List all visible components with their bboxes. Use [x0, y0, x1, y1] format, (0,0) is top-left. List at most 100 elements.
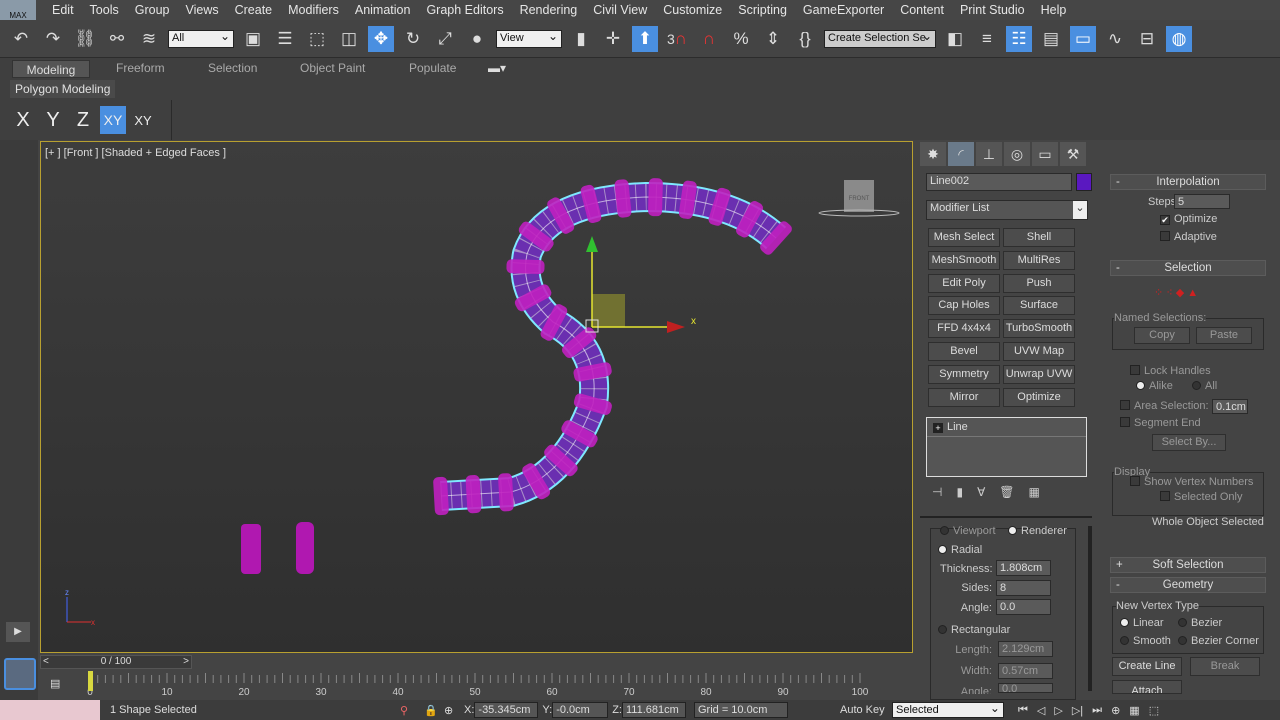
pin-stack-icon[interactable]: ⊣ — [932, 485, 942, 499]
go-to-start-icon[interactable]: ⏮ — [1018, 704, 1028, 717]
select-by-name-icon[interactable]: ☰ — [272, 26, 298, 52]
rollout-scrollbar[interactable] — [1088, 526, 1092, 691]
modifier-button-turbosmooth[interactable]: TurboSmooth — [1003, 319, 1075, 339]
attach-button[interactable]: Attach — [1112, 680, 1182, 694]
tab-modeling[interactable]: Modeling — [12, 60, 90, 78]
menu-content[interactable]: Content — [892, 3, 952, 17]
menu-scripting[interactable]: Scripting — [730, 3, 795, 17]
menu-modifiers[interactable]: Modifiers — [280, 3, 347, 17]
panel-polygon-modeling[interactable]: Polygon Modeling — [10, 80, 116, 98]
y-coordinate[interactable]: -0.0cm — [552, 702, 609, 718]
axis-x-button[interactable]: X — [10, 109, 36, 132]
reference-coordinate-dropdown[interactable]: View — [496, 29, 562, 48]
undo-icon[interactable]: ↶ — [8, 26, 34, 52]
lock-handles-checkbox[interactable]: Lock Handles — [1130, 365, 1211, 377]
align-icon[interactable]: ≡ — [974, 26, 1000, 52]
material-editor-icon[interactable]: ◍ — [1166, 25, 1192, 52]
angle-snap-icon[interactable]: ∩ — [696, 26, 722, 52]
show-vertex-numbers-checkbox[interactable]: Show Vertex Numbers — [1130, 476, 1253, 488]
menu-help[interactable]: Help — [1033, 3, 1075, 17]
create-tab-icon[interactable]: ✸ — [920, 142, 946, 166]
adaptive-checkbox[interactable]: Adaptive — [1160, 231, 1217, 243]
copy-button[interactable]: Copy — [1134, 327, 1190, 344]
move-icon[interactable]: ✥ — [368, 25, 394, 52]
modifier-button-symmetry[interactable]: Symmetry — [928, 364, 1000, 384]
play-icon[interactable]: ▶ — [6, 622, 30, 642]
window-crossing-icon[interactable]: ◫ — [336, 26, 362, 52]
ribbon-toggle-icon[interactable]: ▭ — [1070, 25, 1096, 52]
scale-icon[interactable]: ⤢ — [432, 26, 458, 52]
track-bar[interactable]: 0 10 20 30 40 50 60 70 80 90 100 — [80, 671, 920, 699]
length-input[interactable]: 2.129cm — [998, 641, 1053, 657]
stack-item-line[interactable]: + Line — [927, 418, 1086, 437]
auto-key-button[interactable]: Auto Key — [840, 704, 892, 716]
motion-tab-icon[interactable]: ◎ — [1004, 142, 1030, 166]
select-object-icon[interactable]: ▣ — [240, 26, 266, 52]
modifier-button-optimize[interactable]: Optimize — [1003, 387, 1075, 407]
area-selection-input[interactable]: 0.1cm — [1212, 399, 1248, 414]
angle2-input[interactable]: 0.0 — [998, 683, 1053, 693]
menu-customize[interactable]: Customize — [655, 3, 730, 17]
menu-views[interactable]: Views — [177, 3, 226, 17]
selection-header[interactable]: - Selection — [1110, 260, 1266, 276]
mirror-icon[interactable]: ◧ — [942, 26, 968, 52]
optimize-checkbox[interactable]: ✔ Optimize — [1160, 213, 1217, 225]
menu-rendering[interactable]: Rendering — [512, 3, 586, 17]
ribbon-options-icon[interactable]: ▬▾ — [488, 61, 506, 75]
menu-gameexporter[interactable]: GameExporter — [795, 3, 892, 17]
hierarchy-tab-icon[interactable]: ⊥ — [976, 142, 1002, 166]
selection-filter-dropdown[interactable]: All — [168, 29, 234, 48]
absolute-mode-icon[interactable]: ⊕ — [444, 704, 464, 717]
select-by-button[interactable]: Select By... — [1152, 434, 1226, 451]
utilities-tab-icon[interactable]: ⚒ — [1060, 142, 1086, 166]
named-selection-dropdown[interactable]: Create Selection Se — [824, 29, 936, 48]
display-tab-icon[interactable]: ▭ — [1032, 142, 1058, 166]
viewport-radio[interactable]: Viewport — [940, 525, 996, 537]
zoom-icon[interactable]: ⊕ — [1111, 704, 1120, 717]
axis-y-button[interactable]: Y — [40, 109, 66, 132]
bezier-corner-radio[interactable]: Bezier Corner — [1178, 635, 1259, 647]
bind-space-warp-icon[interactable]: ≋ — [136, 26, 162, 52]
zoom-all-icon[interactable]: ▦ — [1129, 704, 1139, 717]
area-selection-checkbox[interactable]: Area Selection: — [1120, 400, 1209, 412]
previous-key-icon[interactable]: ◁ — [1037, 704, 1045, 717]
bezier-radio[interactable]: Bezier — [1178, 617, 1222, 629]
axis-snap-xy-button[interactable]: XY — [130, 113, 156, 128]
maxscript-listener[interactable] — [0, 700, 100, 720]
menu-animation[interactable]: Animation — [347, 3, 419, 17]
menu-edit[interactable]: Edit — [44, 3, 82, 17]
menu-tools[interactable]: Tools — [82, 3, 127, 17]
object-color-swatch[interactable] — [1076, 173, 1092, 191]
modifier-button-ffd-4x4x4[interactable]: FFD 4x4x4 — [928, 319, 1000, 339]
interpolation-header[interactable]: - Interpolation — [1110, 174, 1266, 190]
menu-civil-view[interactable]: Civil View — [585, 3, 655, 17]
play-icon[interactable]: ▷ — [1054, 704, 1062, 717]
key-mode-dropdown[interactable]: Selected — [891, 701, 1004, 718]
schematic-view-icon[interactable]: ⊟ — [1134, 26, 1160, 52]
linear-radio[interactable]: Linear — [1120, 617, 1164, 629]
angle-input[interactable]: 0.0 — [996, 599, 1051, 615]
break-button[interactable]: Break — [1190, 657, 1260, 676]
configure-modifier-sets-icon[interactable]: ▦ — [1029, 485, 1040, 499]
object-name-input[interactable]: Line002 — [926, 173, 1072, 191]
remove-modifier-icon[interactable]: 🗑 — [999, 485, 1014, 499]
tab-populate[interactable]: Populate — [409, 61, 456, 75]
width-input[interactable]: 0.57cm — [998, 663, 1053, 679]
rotate-icon[interactable]: ↻ — [400, 26, 426, 52]
prev-frame-icon[interactable]: < — [43, 656, 49, 668]
tab-selection[interactable]: Selection — [208, 61, 257, 75]
manipulate-icon[interactable]: ✛ — [600, 26, 626, 52]
alike-radio[interactable]: Alike — [1136, 380, 1173, 392]
layer-explorer-icon[interactable]: ▤ — [1038, 26, 1064, 52]
curve-editor-icon[interactable]: ∿ — [1102, 26, 1128, 52]
isolate-icon[interactable]: ⚲ — [400, 704, 424, 717]
unlink-icon[interactable]: ⚯ — [104, 26, 130, 52]
menu-graph-editors[interactable]: Graph Editors — [418, 3, 511, 17]
modifier-button-bevel[interactable]: Bevel — [928, 342, 1000, 361]
z-coordinate[interactable]: 111.681cm — [621, 702, 686, 718]
snap-toggle-icon[interactable]: 3 ∩ — [664, 26, 690, 52]
sides-input[interactable]: 8 — [996, 580, 1051, 596]
modifier-button-unwrap-uvw[interactable]: Unwrap UVW — [1003, 364, 1075, 384]
curve-editor-mini-icon[interactable]: ▤ — [50, 677, 60, 690]
thickness-input[interactable]: 1.808cm — [996, 560, 1051, 576]
